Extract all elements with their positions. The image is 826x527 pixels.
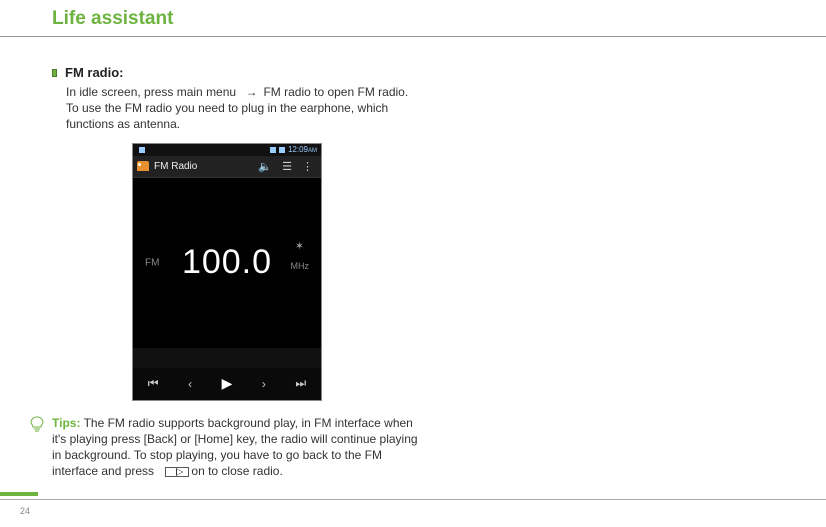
play-button[interactable]: ▶ bbox=[222, 375, 233, 392]
section-body: In idle screen, press main menu →FM radi… bbox=[66, 84, 410, 133]
tips-block: Tips: The FM radio supports background p… bbox=[30, 415, 425, 480]
tuning-dial[interactable] bbox=[133, 348, 321, 368]
next-track-button[interactable]: ⏭ bbox=[295, 376, 306, 391]
status-left bbox=[137, 147, 267, 153]
footer-rule: 24 bbox=[0, 499, 826, 517]
footer-accent-bar bbox=[0, 492, 38, 496]
status-icon bbox=[139, 147, 145, 153]
section-heading: FM radio: bbox=[52, 65, 410, 80]
page-footer: 24 bbox=[0, 492, 826, 517]
tips-label: Tips: bbox=[52, 416, 80, 430]
time-suffix: AM bbox=[308, 148, 317, 154]
time-value: 12:09 bbox=[288, 145, 308, 154]
app-title: FM Radio bbox=[154, 161, 253, 172]
bulb-icon bbox=[30, 416, 46, 480]
battery-icon bbox=[279, 147, 285, 153]
status-bar: 12:09AM bbox=[133, 144, 321, 156]
star-icon: ✶ bbox=[295, 239, 304, 252]
tips-text: Tips: The FM radio supports background p… bbox=[52, 415, 425, 480]
tips-body-2: on to close radio. bbox=[191, 464, 282, 478]
frequency-display: FM 100.0 ✶ MHz bbox=[133, 178, 321, 348]
speaker-button[interactable]: 🔈 bbox=[253, 160, 277, 173]
menu-button[interactable]: ⋮ bbox=[297, 160, 317, 173]
app-header: FM Radio 🔈 ☰ ⋮ bbox=[133, 156, 321, 178]
mhz-label: MHz bbox=[291, 261, 310, 271]
clock-time: 12:09AM bbox=[288, 145, 317, 154]
section-title: FM radio: bbox=[65, 65, 124, 80]
prev-button[interactable]: ‹ bbox=[188, 377, 192, 391]
frequency-value: 100.0 bbox=[182, 243, 272, 282]
body-text-1: In idle screen, press main menu bbox=[66, 85, 236, 99]
fm-label: FM bbox=[145, 257, 159, 268]
chapter-title: Life assistant bbox=[0, 0, 826, 37]
playback-controls: ⏮ ‹ ▶ › ⏭ bbox=[133, 368, 321, 400]
next-button[interactable]: › bbox=[262, 377, 266, 391]
play-icon-inline bbox=[165, 467, 189, 477]
list-button[interactable]: ☰ bbox=[277, 160, 297, 173]
page-number: 24 bbox=[0, 506, 30, 516]
arrow-icon: → bbox=[245, 84, 257, 100]
radio-icon bbox=[137, 161, 149, 171]
phone-screenshot: 12:09AM FM Radio 🔈 ☰ ⋮ FM 100.0 ✶ MHz ⏮ … bbox=[132, 143, 322, 401]
content-column: FM radio: In idle screen, press main men… bbox=[0, 37, 410, 479]
bullet-icon bbox=[52, 69, 57, 77]
prev-track-button[interactable]: ⏮ bbox=[148, 376, 159, 391]
signal-icon bbox=[270, 147, 276, 153]
